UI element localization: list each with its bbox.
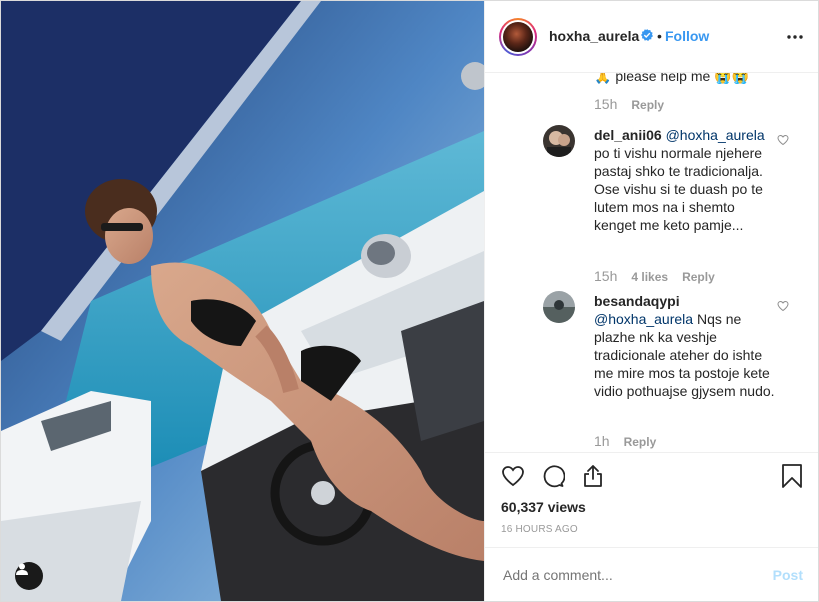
comment-time[interactable]: 1h — [594, 433, 610, 449]
post-header: hoxha_aurela • Follow — [485, 1, 818, 73]
comment-meta: 1h Reply — [594, 433, 656, 449]
commenter-avatar[interactable] — [543, 125, 575, 157]
comment-content: del_anii06 @hoxha_aurela po ti vishu nor… — [594, 126, 780, 234]
comment-icon[interactable] — [541, 464, 565, 488]
comment-username[interactable]: besandaqypi — [594, 293, 680, 309]
reply-button[interactable]: Reply — [631, 98, 664, 112]
comment-meta: 15h Reply — [594, 96, 664, 112]
comment-text: 🙏 please help me 😭😭 — [594, 73, 750, 84]
follow-button[interactable]: Follow — [665, 28, 709, 44]
comment-username[interactable]: del_anii06 — [594, 127, 662, 143]
author-avatar[interactable] — [499, 18, 537, 56]
user-tag-icon — [16, 563, 28, 575]
reply-button[interactable]: Reply — [682, 270, 715, 284]
commenter-avatar[interactable] — [543, 291, 575, 323]
comment-time[interactable]: 15h — [594, 268, 617, 284]
share-icon[interactable] — [581, 464, 605, 488]
header-separator: • — [657, 28, 662, 44]
reply-button[interactable]: Reply — [624, 435, 657, 449]
post-button[interactable]: Post — [773, 567, 803, 583]
comment-input[interactable] — [501, 566, 745, 584]
post-actions: 60,337 views 16 HOURS AGO — [485, 452, 818, 548]
bookmark-icon[interactable] — [781, 464, 803, 488]
comment-likes[interactable]: 4 likes — [631, 270, 668, 284]
comments-list[interactable]: 🙏 please help me 😭😭 15h Reply del_anii06… — [485, 73, 818, 451]
post-sidebar: hoxha_aurela • Follow 🙏 please help me 😭… — [484, 1, 818, 601]
comment-like-icon[interactable] — [777, 300, 789, 312]
author-username[interactable]: hoxha_aurela — [549, 28, 639, 44]
comment-mention[interactable]: @hoxha_aurela — [666, 127, 765, 143]
post-dialog: hoxha_aurela • Follow 🙏 please help me 😭… — [0, 0, 819, 602]
comment-like-icon[interactable] — [777, 134, 789, 146]
user-tag-button[interactable] — [15, 562, 43, 590]
post-timestamp[interactable]: 16 HOURS AGO — [501, 524, 578, 535]
video-frame — [1, 1, 484, 601]
comment-mention[interactable]: @hoxha_aurela — [594, 311, 693, 327]
post-media[interactable] — [1, 1, 484, 601]
view-count[interactable]: 60,337 views — [501, 499, 586, 515]
add-comment-bar: Post — [485, 547, 818, 601]
more-icon[interactable] — [787, 29, 803, 45]
comment-content: besandaqypi @hoxha_aurela Nqs ne plazhe … — [594, 292, 780, 400]
comment-time[interactable]: 15h — [594, 96, 617, 112]
comment-meta: 15h 4 likes Reply — [594, 268, 715, 284]
heart-icon[interactable] — [501, 464, 525, 488]
verified-icon — [641, 29, 653, 41]
comment-text: po ti vishu normale njehere pastaj shko … — [594, 145, 763, 233]
